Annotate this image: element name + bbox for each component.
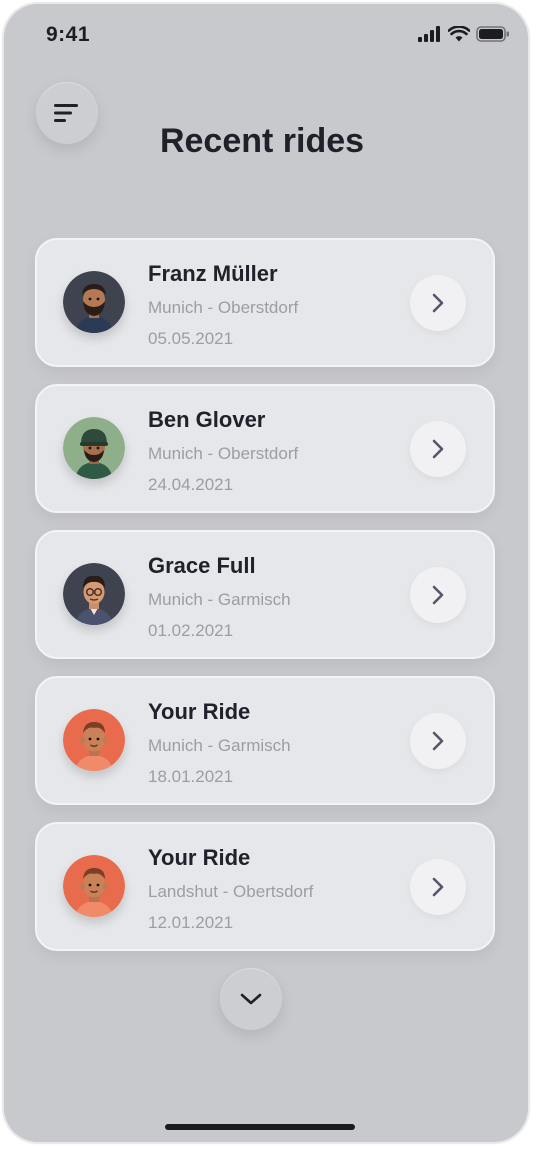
ride-route: Munich - Garmisch	[148, 736, 291, 755]
chevron-right-icon	[432, 877, 444, 897]
chevron-right-icon	[432, 731, 444, 751]
chevron-down-icon	[240, 993, 262, 1005]
ride-card[interactable]: Ben Glover Munich - Oberstdorf 24.04.202…	[35, 384, 495, 513]
ride-name: Your Ride	[148, 699, 251, 724]
avatar	[63, 855, 125, 917]
avatar-boy-orange-icon	[63, 855, 125, 917]
chevron-right-icon	[432, 585, 444, 605]
ride-open-button[interactable]	[410, 421, 466, 477]
ride-date: 05.05.2021	[148, 329, 234, 348]
avatar-man-green-cap-icon	[63, 417, 125, 479]
ride-date: 01.02.2021	[148, 621, 234, 640]
ride-card[interactable]: Franz Müller Munich - Oberstdorf 05.05.2…	[35, 238, 495, 367]
ride-route: Munich - Oberstdorf	[148, 298, 299, 317]
ride-list: Franz Müller Munich - Oberstdorf 05.05.2…	[35, 238, 495, 968]
load-more-button[interactable]	[220, 968, 282, 1030]
ride-name: Franz Müller	[148, 261, 278, 286]
avatar-man-glasses-dark-icon	[63, 563, 125, 625]
phone-screen: 9:41 Recent rides Franz Müller Munich - …	[4, 4, 528, 1142]
filter-lines-icon	[54, 104, 78, 122]
signal-icon	[418, 26, 440, 42]
battery-icon	[476, 26, 509, 42]
ride-open-button[interactable]	[410, 859, 466, 915]
home-indicator[interactable]	[165, 1124, 355, 1130]
ride-name: Your Ride	[148, 845, 251, 870]
ride-card[interactable]: Your Ride Landshut - Obertsdorf 12.01.20…	[35, 822, 495, 951]
wifi-icon	[448, 26, 470, 42]
ride-name: Grace Full	[148, 553, 256, 578]
ride-date: 18.01.2021	[148, 767, 234, 786]
ride-open-button[interactable]	[410, 567, 466, 623]
avatar	[63, 563, 125, 625]
ride-name: Ben Glover	[148, 407, 266, 432]
chevron-right-icon	[432, 293, 444, 313]
ride-route: Landshut - Obertsdorf	[148, 882, 314, 901]
ride-card[interactable]: Grace Full Munich - Garmisch 01.02.2021	[35, 530, 495, 659]
ride-route: Munich - Garmisch	[148, 590, 291, 609]
ride-open-button[interactable]	[410, 713, 466, 769]
avatar	[63, 417, 125, 479]
ride-route: Munich - Oberstdorf	[148, 444, 299, 463]
avatar-boy-orange-icon	[63, 709, 125, 771]
avatar	[63, 271, 125, 333]
chevron-right-icon	[432, 439, 444, 459]
status-bar: 9:41	[4, 4, 528, 64]
page-title: Recent rides	[159, 122, 365, 160]
ride-date: 12.01.2021	[148, 913, 234, 932]
avatar-bearded-man-dark-icon	[63, 271, 125, 333]
status-time: 9:41	[46, 23, 91, 46]
ride-date: 24.04.2021	[148, 475, 234, 494]
ride-open-button[interactable]	[410, 275, 466, 331]
ride-card[interactable]: Your Ride Munich - Garmisch 18.01.2021	[35, 676, 495, 805]
status-icons	[418, 26, 510, 42]
avatar	[63, 709, 125, 771]
